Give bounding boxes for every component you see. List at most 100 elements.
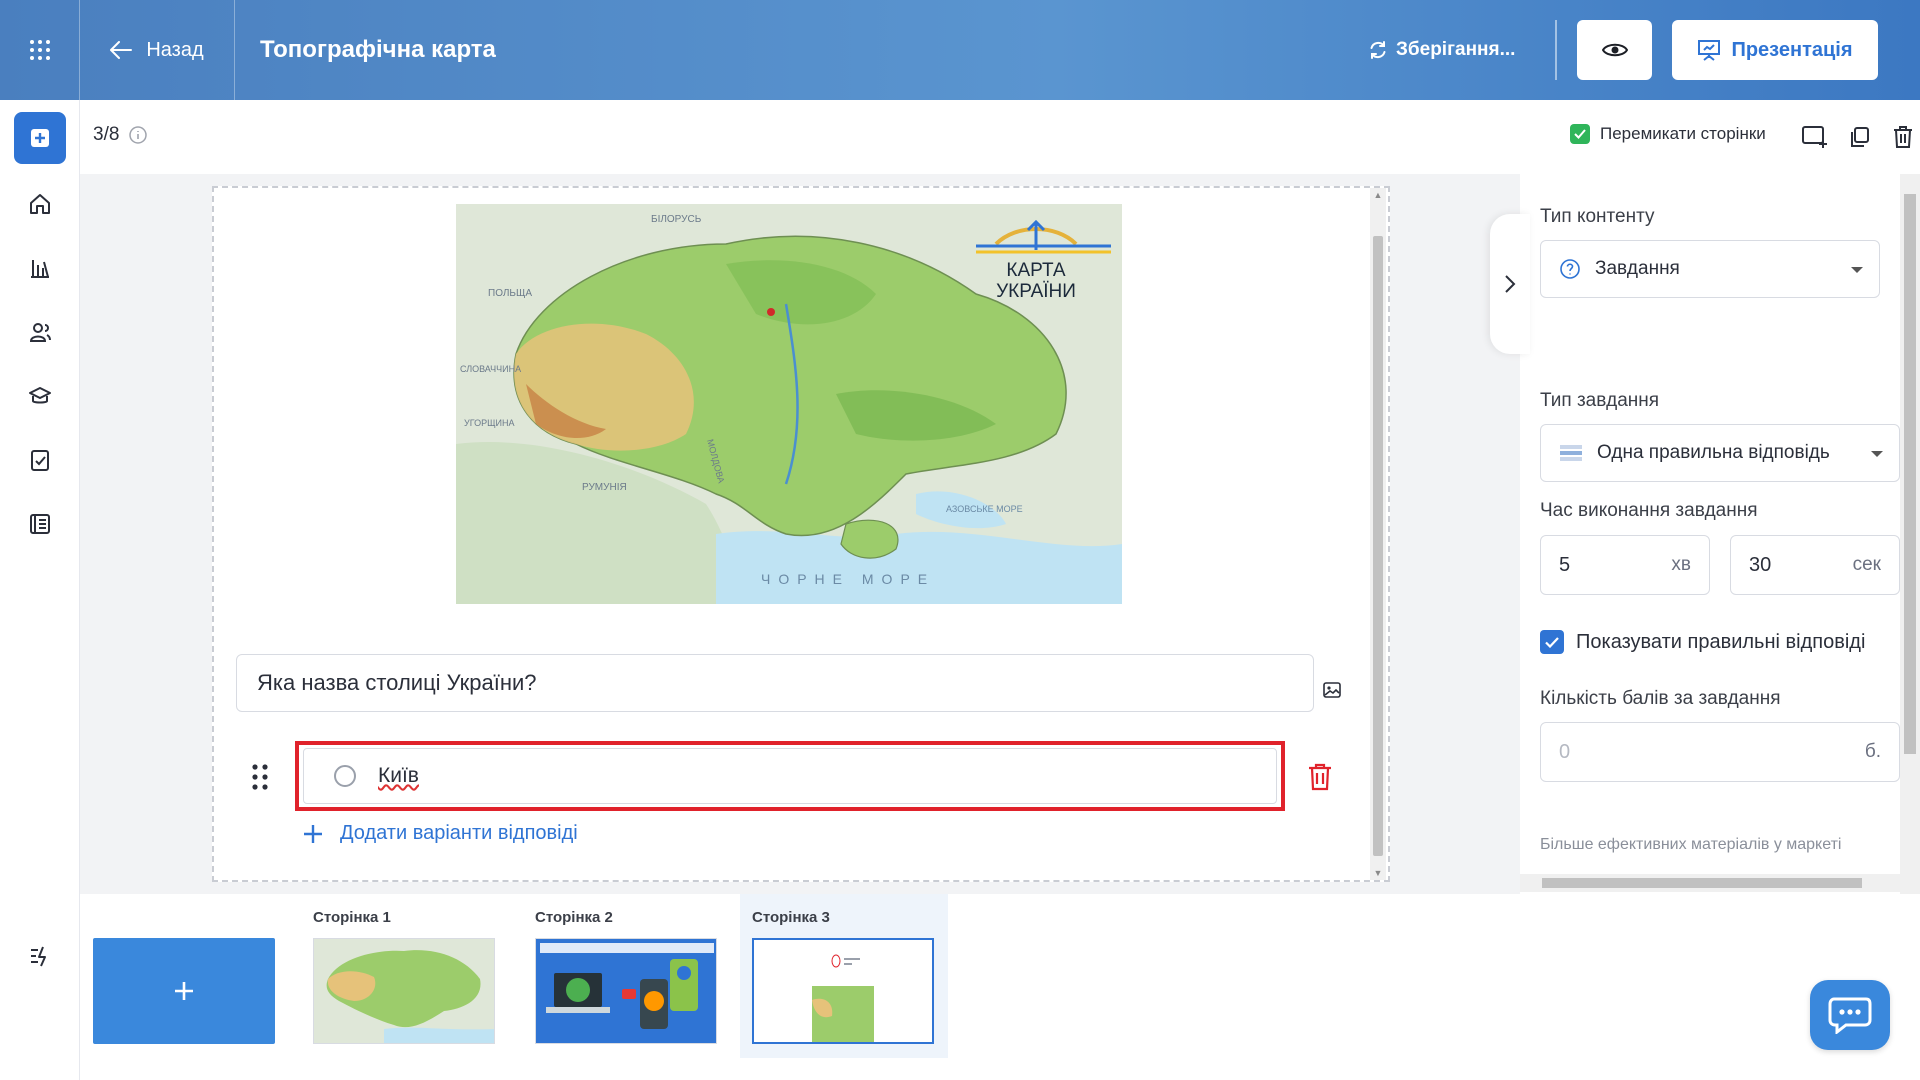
copy-icon — [1851, 127, 1869, 147]
page-2-label: Сторінка 2 — [535, 909, 613, 926]
list-icon — [1560, 445, 1582, 461]
add-page-button[interactable] — [1800, 122, 1830, 152]
eye-icon — [1601, 43, 1628, 57]
add-answer-button[interactable]: Додати варіанти відповіді — [302, 822, 578, 845]
points-input[interactable]: 0 б. — [1540, 722, 1900, 782]
page-actions — [1800, 122, 1918, 152]
home-icon — [30, 194, 50, 214]
ukraine-map-image[interactable]: БІЛОРУСЬ ПОЛЬЩА СЛОВАЧЧИНА УГОРЩИНА РУМУ… — [456, 204, 1122, 604]
delete-page-button[interactable] — [1888, 122, 1918, 152]
show-answers-checkbox[interactable] — [1540, 630, 1564, 654]
page-counter-text: 3/8 — [93, 124, 120, 145]
users-icon — [29, 323, 51, 342]
time-seconds-unit: сек — [1852, 554, 1881, 575]
page-1-label: Сторінка 1 — [313, 909, 391, 926]
map-label-belarus: БІЛОРУСЬ — [651, 214, 702, 225]
header-divider — [1555, 20, 1557, 80]
answer-option[interactable]: Київ — [303, 748, 1277, 804]
scroll-thumb[interactable] — [1373, 236, 1383, 856]
content-type-value: Завдання — [1595, 258, 1680, 279]
page-title: Топографічна карта — [260, 36, 496, 63]
map-label-hungary: УГОРЩИНА — [464, 418, 515, 428]
page-1-thumbnail[interactable] — [313, 938, 495, 1044]
switch-pages-label: Перемикати сторінки — [1600, 124, 1766, 143]
panel-scroll-thumb[interactable] — [1904, 194, 1916, 754]
show-answers-label: Показувати правильні відповіді — [1576, 630, 1866, 653]
courses-icon — [29, 387, 51, 404]
answer-text[interactable]: Київ — [378, 764, 419, 788]
panel-hscroll-thumb[interactable] — [1542, 878, 1862, 888]
add-icon — [31, 129, 49, 147]
time-minutes-input[interactable]: 5 хв — [1540, 535, 1710, 595]
points-placeholder: 0 — [1559, 740, 1571, 763]
task-type-value: Одна правильна відповідь — [1597, 442, 1830, 463]
scroll-down-arrow[interactable]: ▼ — [1373, 868, 1383, 878]
switch-pages-toggle[interactable]: Перемикати сторінки — [1570, 124, 1766, 144]
trash-icon — [1894, 126, 1912, 148]
apps-grid-button[interactable] — [0, 0, 80, 100]
map-label-romania: РУМУНІЯ — [582, 482, 627, 493]
library-icon — [30, 514, 50, 534]
question-input[interactable]: Яка назва столиці України? — [236, 654, 1314, 712]
map-label-azov: АЗОВСЬКЕ МОРЕ — [946, 504, 1023, 514]
tasks-icon — [31, 450, 49, 471]
app-header: Назад Топографічна карта Зберігання... П… — [0, 0, 1920, 100]
check-icon — [1574, 129, 1586, 139]
content-type-select[interactable]: Завдання — [1540, 240, 1880, 298]
points-label: Кількість балів за завдання — [1540, 688, 1781, 709]
market-link[interactable]: Більше ефективних матеріалів у маркеті — [1540, 836, 1841, 854]
stats-icon — [31, 260, 49, 278]
panel-scrollbar[interactable] — [1900, 174, 1920, 894]
arrow-left-icon — [110, 41, 133, 59]
check-icon — [1545, 636, 1559, 648]
presentation-label: Презентація — [1731, 38, 1853, 61]
page-3-label: Сторінка 3 — [752, 909, 830, 926]
sidebar-item-courses[interactable] — [14, 370, 66, 422]
saving-label: Зберігання... — [1396, 39, 1516, 60]
chevron-down-icon — [1851, 267, 1863, 273]
saving-status: Зберігання... — [1368, 0, 1515, 100]
panel-hscrollbar[interactable] — [1520, 874, 1900, 892]
time-label: Час виконання завдання — [1540, 500, 1758, 521]
back-button[interactable]: Назад — [80, 0, 235, 100]
duplicate-page-button[interactable] — [1844, 122, 1874, 152]
sidebar-item-stats[interactable] — [14, 242, 66, 294]
time-seconds-input[interactable]: 30 сек — [1730, 535, 1900, 595]
task-type-select[interactable]: Одна правильна відповідь — [1540, 424, 1900, 482]
info-icon[interactable] — [129, 126, 148, 144]
preview-button[interactable] — [1577, 20, 1652, 80]
chevron-right-icon — [1505, 275, 1516, 293]
plus-icon — [304, 824, 322, 843]
panel-collapse-button[interactable] — [1490, 214, 1530, 354]
sidebar-item-tasks[interactable] — [14, 434, 66, 486]
page-2-thumbnail[interactable] — [535, 938, 717, 1044]
drag-handle-icon[interactable] — [250, 762, 270, 792]
presentation-button[interactable]: Презентація — [1672, 20, 1878, 80]
sidebar-add-button[interactable] — [14, 112, 66, 164]
chevron-down-icon — [1871, 451, 1883, 457]
time-minutes-unit: хв — [1671, 554, 1691, 575]
slide-scrollbar[interactable]: ▲ ▼ — [1370, 188, 1386, 880]
show-answers-toggle[interactable]: Показувати правильні відповіді — [1540, 630, 1865, 654]
back-label: Назад — [146, 38, 204, 61]
image-icon[interactable] — [1322, 680, 1342, 700]
page-3-thumbnail[interactable] — [752, 938, 934, 1044]
sidebar-item-library[interactable] — [14, 498, 66, 550]
plus-icon — [175, 982, 193, 1000]
new-page-button[interactable] — [93, 938, 275, 1044]
sidebar-item-home[interactable] — [14, 178, 66, 230]
switch-pages-checkbox[interactable] — [1570, 124, 1590, 144]
map-label-black-sea: ЧОРНЕ МОРЕ — [761, 571, 935, 587]
left-sidebar — [0, 100, 80, 1080]
quick-action-icon — [31, 946, 46, 967]
sidebar-item-users[interactable] — [14, 306, 66, 358]
map-title-line2: УКРАЇНИ — [996, 281, 1076, 302]
sync-icon — [1370, 41, 1386, 59]
points-unit: б. — [1864, 741, 1881, 762]
answer-radio[interactable] — [334, 765, 356, 787]
delete-answer-icon[interactable] — [1306, 762, 1334, 792]
chat-support-button[interactable] — [1810, 980, 1890, 1050]
scroll-up-arrow[interactable]: ▲ — [1373, 190, 1383, 200]
chat-icon — [1828, 997, 1872, 1034]
sidebar-item-quick-action[interactable] — [14, 930, 66, 982]
